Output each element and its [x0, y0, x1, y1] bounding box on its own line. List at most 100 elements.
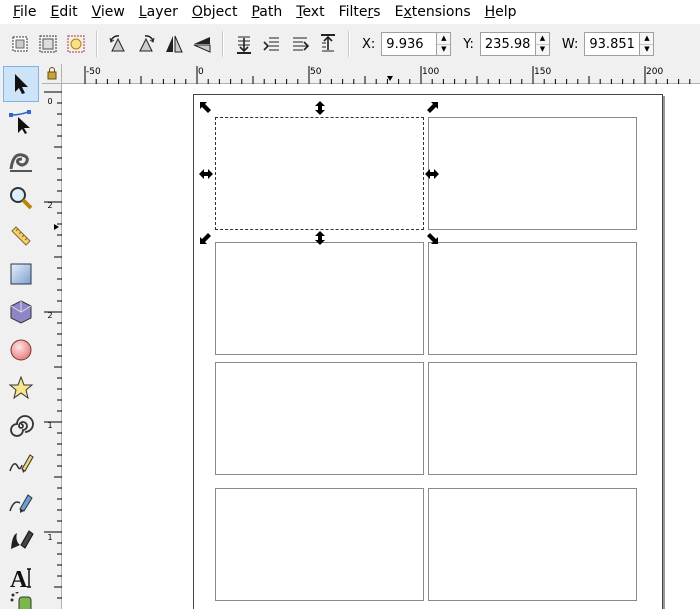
- x-input[interactable]: [381, 32, 438, 56]
- deselect-button[interactable]: [62, 30, 90, 58]
- measure-tool[interactable]: [3, 218, 39, 254]
- hruler-label: 150: [534, 67, 552, 77]
- hruler-label: 50: [310, 67, 322, 77]
- hruler-label: -50: [86, 67, 101, 77]
- scale-handle-bottom-icon[interactable]: [312, 230, 328, 246]
- raise-icon: [293, 37, 310, 51]
- scale-handle-top-left-icon[interactable]: [198, 100, 214, 116]
- business-card-3[interactable]: [215, 242, 424, 355]
- menu-label-part: bject: [202, 4, 238, 20]
- menu-text[interactable]: Text: [289, 1, 331, 23]
- menu-mnemonic: L: [138, 4, 147, 20]
- spray-tool[interactable]: [3, 592, 39, 609]
- spin-down-icon[interactable]: ▼: [640, 45, 653, 56]
- menu-label-part: dit: [59, 4, 78, 20]
- ruler-corner: [42, 64, 62, 84]
- select-all-button[interactable]: [6, 30, 34, 58]
- rotate-cw-icon: [139, 35, 155, 52]
- star-tool[interactable]: [3, 370, 39, 406]
- business-card-1-selected[interactable]: [215, 117, 424, 230]
- flip-horizontal-button[interactable]: [160, 30, 188, 58]
- select-all-icon: [12, 36, 28, 52]
- business-card-7[interactable]: [215, 488, 424, 601]
- flip-vertical-button[interactable]: [188, 30, 216, 58]
- pen-bezier-icon: [9, 494, 33, 513]
- business-card-4[interactable]: [428, 242, 637, 355]
- scale-handle-bottom-left-icon[interactable]: [198, 230, 214, 246]
- lower-to-bottom-button[interactable]: [230, 30, 258, 58]
- hruler-label: 200: [646, 67, 664, 77]
- spin-down-icon[interactable]: ▼: [437, 45, 450, 56]
- svg-text:A: A: [10, 567, 28, 591]
- spin-up-icon[interactable]: ▲: [640, 33, 654, 45]
- menu-object[interactable]: Object: [185, 1, 245, 23]
- vruler-label: 1: [47, 421, 53, 430]
- toolbar-separator: [96, 31, 98, 57]
- y-spinner[interactable]: ▲ ▼: [535, 32, 550, 56]
- menu-edit[interactable]: Edit: [43, 1, 84, 23]
- horizontal-ruler-ticks: [84, 66, 691, 84]
- menu-help[interactable]: Help: [478, 1, 524, 23]
- menu-layer[interactable]: Layer: [132, 1, 185, 23]
- rotate-cw-button[interactable]: [132, 30, 160, 58]
- raise-button[interactable]: [286, 30, 314, 58]
- menu-mnemonic: x: [403, 4, 412, 20]
- spin-up-icon[interactable]: ▲: [437, 33, 451, 45]
- y-input[interactable]: [479, 32, 536, 56]
- text-tool[interactable]: A: [3, 560, 39, 596]
- raise-to-top-button[interactable]: [314, 30, 342, 58]
- scale-handle-right-icon[interactable]: [424, 166, 440, 182]
- menu-extensions[interactable]: Extensions: [388, 1, 478, 23]
- rectangle-icon: [10, 263, 32, 285]
- w-input[interactable]: [584, 32, 641, 56]
- tweak-icon: [9, 153, 32, 172]
- menu-label-part: ath: [259, 4, 283, 20]
- scale-handle-left-icon[interactable]: [198, 166, 214, 182]
- menu-view[interactable]: View: [85, 1, 132, 23]
- business-card-8[interactable]: [428, 488, 637, 601]
- pencil-tool[interactable]: [3, 446, 39, 482]
- scale-handle-bottom-right-icon[interactable]: [424, 230, 440, 246]
- scale-handle-top-right-icon[interactable]: [424, 100, 440, 116]
- w-spinner[interactable]: ▲ ▼: [640, 32, 655, 56]
- menu-bar: File Edit View Layer Object Path Text Filters Ex…: [0, 0, 700, 24]
- menu-mnemonic: O: [191, 4, 203, 20]
- menu-filters[interactable]: Filters: [332, 1, 388, 23]
- spin-up-icon[interactable]: ▲: [535, 33, 549, 45]
- x-spinner[interactable]: ▲ ▼: [437, 32, 452, 56]
- spin-down-icon[interactable]: ▼: [536, 45, 549, 56]
- rectangle-tool[interactable]: [3, 256, 39, 292]
- spiral-tool[interactable]: [3, 408, 39, 444]
- vruler-label: 0: [47, 97, 53, 106]
- select-all-layers-button[interactable]: [34, 30, 62, 58]
- spray-icon: [10, 592, 32, 609]
- business-card-2[interactable]: [428, 117, 637, 230]
- 3d-box-tool[interactable]: [3, 294, 39, 330]
- selector-tool[interactable]: [3, 66, 39, 102]
- vertical-ruler[interactable]: 0 2 2 1 1: [42, 84, 62, 609]
- menu-label-part: Filte: [338, 4, 368, 20]
- zoom-tool[interactable]: [3, 180, 39, 216]
- rotate-ccw-button[interactable]: [104, 30, 132, 58]
- text-icon: A: [10, 567, 31, 591]
- tweak-tool[interactable]: [3, 142, 39, 178]
- vruler-label: 1: [47, 533, 53, 542]
- node-edit-icon: [9, 110, 31, 134]
- lower-button[interactable]: [258, 30, 286, 58]
- width-control: W: ▲▼: [562, 32, 655, 56]
- node-tool[interactable]: [3, 104, 39, 140]
- business-card-5[interactable]: [215, 362, 424, 475]
- menu-label-part: ayer: [146, 4, 178, 20]
- business-card-6[interactable]: [428, 362, 637, 475]
- ellipse-tool[interactable]: [3, 332, 39, 368]
- scale-handle-top-icon[interactable]: [312, 100, 328, 116]
- pencil-icon: [9, 454, 34, 473]
- calligraphy-tool[interactable]: [3, 522, 39, 558]
- menu-path[interactable]: Path: [244, 1, 289, 23]
- pen-tool[interactable]: [3, 484, 39, 520]
- menu-file[interactable]: File: [6, 1, 43, 23]
- drawing-canvas[interactable]: [62, 84, 700, 609]
- horizontal-ruler[interactable]: -50 0 50 100 150 200: [62, 64, 700, 84]
- toolbar-separator: [348, 31, 350, 57]
- ellipse-icon: [10, 339, 32, 361]
